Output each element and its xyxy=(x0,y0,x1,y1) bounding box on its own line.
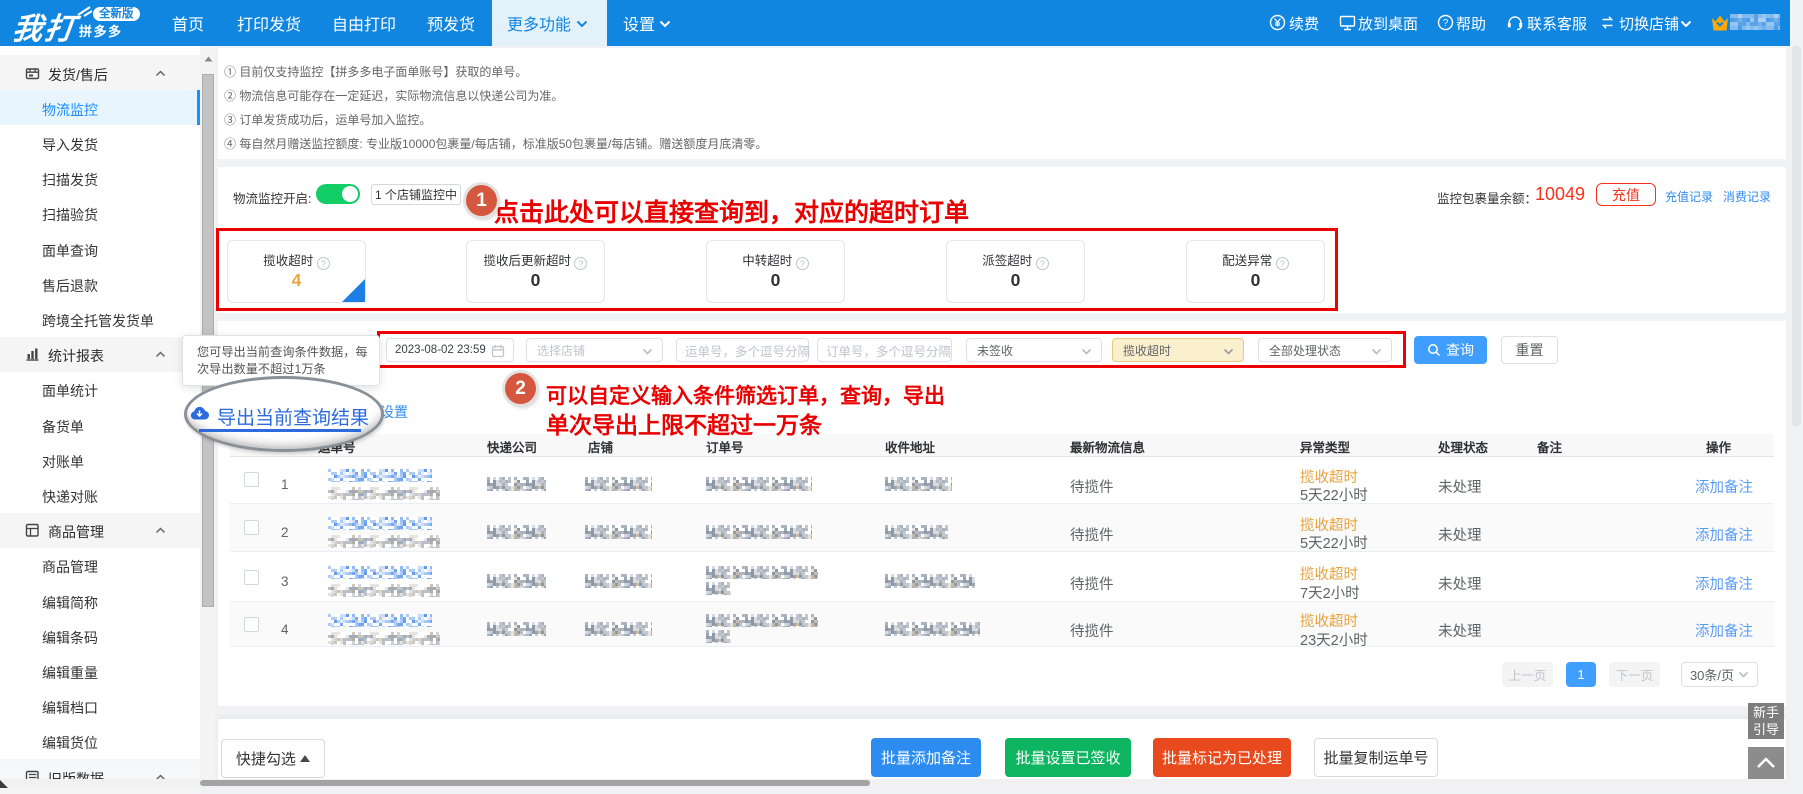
svg-text:?: ? xyxy=(1443,18,1449,29)
